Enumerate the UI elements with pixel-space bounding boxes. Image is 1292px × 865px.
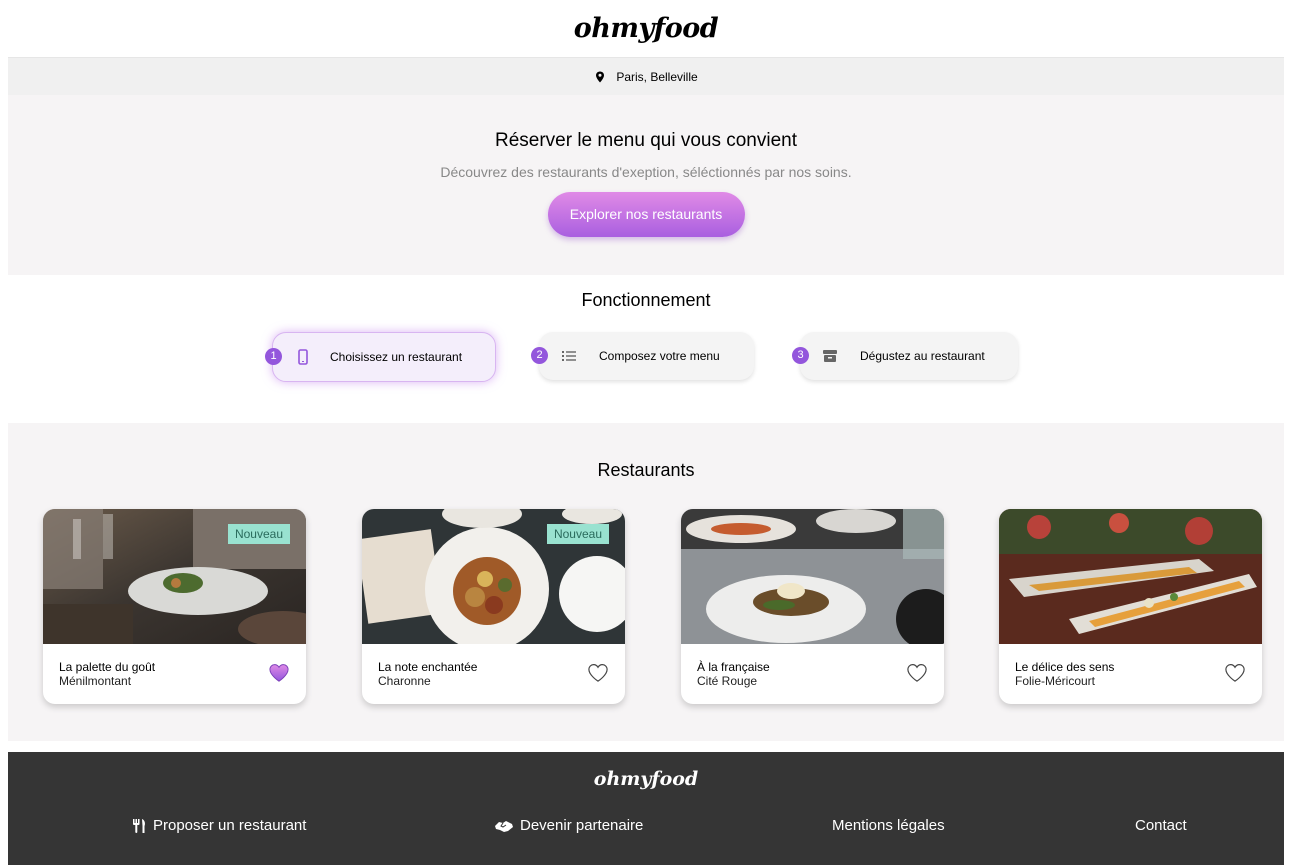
footer-logo[interactable]: ohmyfood <box>8 768 1284 790</box>
restaurant-area: Folie-Méricourt <box>1015 674 1096 688</box>
location-text: Paris, Belleville <box>616 69 698 84</box>
legal-notice-link[interactable]: Mentions légales <box>832 817 945 834</box>
step-number: 2 <box>531 347 548 364</box>
restaurant-image[interactable] <box>999 509 1262 644</box>
restaurant-card[interactable]: À la française Cité Rouge <box>681 509 944 704</box>
step-number: 3 <box>792 347 809 364</box>
restaurant-info: La palette du goût Ménilmontant <box>43 644 306 704</box>
site-footer: ohmyfood Proposer un restaurant Devenir … <box>8 752 1284 865</box>
favorite-heart-icon[interactable] <box>1224 663 1246 683</box>
restaurant-name: Le délice des sens <box>1015 660 1115 674</box>
step-compose-menu[interactable]: 2 Composez votre menu <box>531 332 754 380</box>
restaurant-area: Charonne <box>378 674 431 688</box>
list-icon <box>562 351 576 361</box>
become-partner-link[interactable]: Devenir partenaire <box>494 817 643 834</box>
new-badge: Nouveau <box>546 524 609 544</box>
hero-title: Réserver le menu qui vous convient <box>494 130 798 151</box>
site-logo[interactable]: ohmyfood <box>574 13 719 44</box>
mobile-phone-icon <box>298 349 308 365</box>
restaurant-name: La note enchantée <box>378 660 478 674</box>
step-number: 1 <box>265 348 282 365</box>
restaurant-name: La palette du goût <box>59 660 156 674</box>
footer-link-label: Devenir partenaire <box>520 817 644 834</box>
restaurant-image[interactable]: Nouveau <box>43 509 306 647</box>
page: ohmyfood Paris, Belleville Réserver le m… <box>8 0 1284 865</box>
restaurant-card[interactable]: Nouveau La palette du goût Ménilmontant <box>43 509 306 704</box>
step-label: Composez votre menu <box>599 349 720 363</box>
utensils-icon <box>133 818 145 833</box>
restaurant-info: Le délice des sens Folie-Méricourt <box>999 644 1262 704</box>
step-choose-restaurant[interactable]: 1 Choisissez un restaurant <box>265 332 496 382</box>
new-badge: Nouveau <box>227 524 290 544</box>
contact-link[interactable]: Contact <box>1135 817 1187 834</box>
footer-spacer <box>8 741 1284 752</box>
restaurant-area: Ménilmontant <box>59 674 132 688</box>
restaurant-info: À la française Cité Rouge <box>681 644 944 704</box>
propose-restaurant-link[interactable]: Proposer un restaurant <box>132 817 306 834</box>
store-icon <box>823 350 837 362</box>
map-pin-icon <box>596 71 605 82</box>
restaurant-name: À la française <box>697 660 770 674</box>
footer-link-label: Contact <box>1135 817 1187 834</box>
footer-link-label: Proposer un restaurant <box>153 817 307 834</box>
restaurant-photo <box>681 509 944 649</box>
handshake-icon <box>495 820 513 832</box>
restaurant-info: La note enchantée Charonne <box>362 644 625 704</box>
restaurants-section: Restaurants Nouveau La palette du goût M… <box>8 423 1284 741</box>
restaurant-card[interactable]: Le délice des sens Folie-Méricourt <box>999 509 1262 704</box>
step-enjoy-restaurant[interactable]: 3 Dégustez au restaurant <box>792 332 1018 380</box>
hero-subtitle: Découvrez des restaurants d'exeption, sé… <box>440 164 852 180</box>
restaurant-image[interactable]: Nouveau <box>362 509 625 651</box>
how-it-works-title: Fonctionnement <box>581 290 711 310</box>
location-bar: Paris, Belleville <box>8 57 1284 95</box>
footer-link-label: Mentions légales <box>832 817 945 834</box>
step-label: Dégustez au restaurant <box>860 349 985 363</box>
restaurant-area: Cité Rouge <box>697 674 758 688</box>
step-label: Choisissez un restaurant <box>330 350 463 364</box>
favorite-heart-icon[interactable] <box>587 663 609 683</box>
how-it-works-section: Fonctionnement 1 Choisissez un restauran… <box>8 275 1284 423</box>
site-header: ohmyfood <box>8 0 1284 57</box>
restaurant-card[interactable]: Nouveau La note enchantée Charonne <box>362 509 625 704</box>
restaurants-title: Restaurants <box>597 460 695 480</box>
restaurant-photo <box>999 509 1262 644</box>
steps-list: 1 Choisissez un restaurant 2 Composez vo… <box>8 332 1284 382</box>
restaurant-image[interactable] <box>681 509 944 649</box>
favorite-heart-filled-icon[interactable] <box>268 663 290 683</box>
favorite-heart-icon[interactable] <box>906 663 928 683</box>
explore-restaurants-button[interactable]: Explorer nos restaurants <box>547 192 745 237</box>
hero-section: Réserver le menu qui vous convient Décou… <box>8 95 1284 275</box>
